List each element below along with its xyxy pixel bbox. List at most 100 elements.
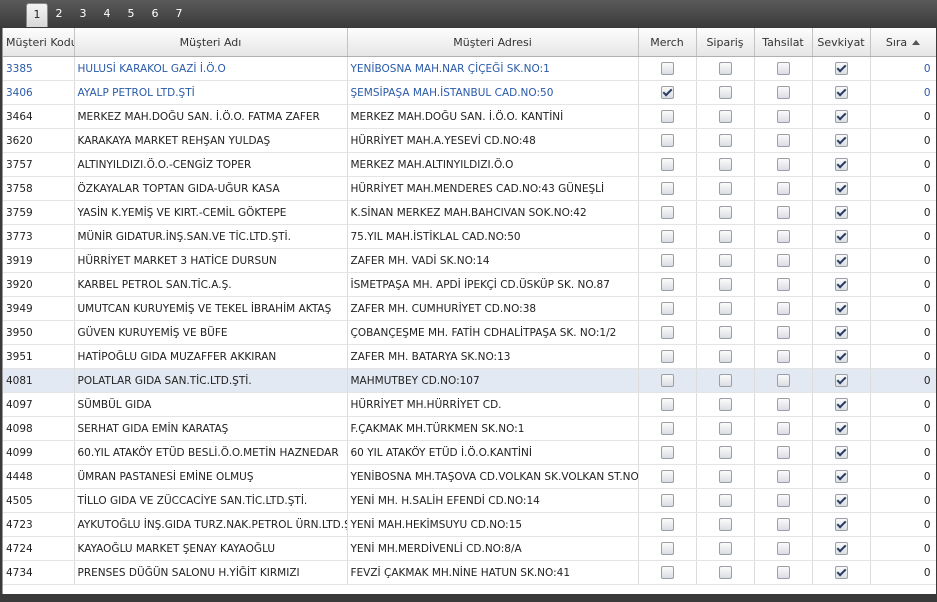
sevkiyat-checkbox[interactable] <box>834 230 848 243</box>
merch-checkbox[interactable] <box>660 422 674 435</box>
merch-checkbox[interactable] <box>660 518 674 531</box>
sevkiyat-checkbox[interactable] <box>834 134 848 147</box>
siparis-checkbox[interactable] <box>718 326 732 339</box>
table-row[interactable]: 4448 ÜMRAN PASTANESİ EMİNE OLMUŞ YENİBOSNA… <box>3 464 936 489</box>
merch-checkbox[interactable] <box>660 110 674 123</box>
siparis-checkbox[interactable] <box>718 446 732 459</box>
header-musteri-adi[interactable]: Müşteri Adı <box>74 28 348 57</box>
page-2[interactable]: 2 <box>49 3 69 25</box>
siparis-checkbox[interactable] <box>718 350 732 363</box>
sevkiyat-checkbox[interactable] <box>834 206 848 219</box>
header-musteri-kodu[interactable]: Müşteri Kodu <box>3 28 75 57</box>
sevkiyat-checkbox[interactable] <box>834 350 848 363</box>
table-row[interactable]: 4081 POLATLAR GIDA SAN.TİC.LTD.ŞTİ. MAHMUT… <box>3 368 936 393</box>
siparis-checkbox[interactable] <box>718 566 732 579</box>
tahsilat-checkbox[interactable] <box>776 278 790 291</box>
merch-checkbox[interactable] <box>660 350 674 363</box>
table-row[interactable]: 3620 KARAKAYA MARKET REHŞAN YULDAŞ HÜRRİYE… <box>3 128 936 153</box>
table-row[interactable]: 4724 KAYAOĞLU MARKET ŞENAY KAYAOĞLU YENİ M… <box>3 536 936 561</box>
siparis-checkbox[interactable] <box>718 158 732 171</box>
tahsilat-checkbox[interactable] <box>776 398 790 411</box>
header-merch[interactable]: Merch <box>638 28 697 57</box>
table-row[interactable]: 4723 AYKUTOĞLU İNŞ.GIDA TURZ.NAK.PETROL Ü… <box>3 512 936 537</box>
merch-checkbox[interactable] <box>660 278 674 291</box>
siparis-checkbox[interactable] <box>718 206 732 219</box>
tahsilat-checkbox[interactable] <box>776 230 790 243</box>
page-4[interactable]: 4 <box>97 3 117 25</box>
sevkiyat-checkbox[interactable] <box>834 62 848 75</box>
table-row[interactable]: 3951 HATİPOĞLU GIDA MUZAFFER AKKIRAN ZAFER… <box>3 344 936 369</box>
siparis-checkbox[interactable] <box>718 542 732 555</box>
table-row[interactable]: 3950 GÜVEN KURUYEMİŞ VE BÜFE ÇOBANÇEŞME MH… <box>3 320 936 345</box>
header-siparis[interactable]: Sipariş <box>696 28 755 57</box>
siparis-checkbox[interactable] <box>718 302 732 315</box>
table-row[interactable]: 3919 HÜRRİYET MARKET 3 HATİCE DURSUN ZAFER… <box>3 248 936 273</box>
table-row[interactable]: 4097 SÜMBÜL GIDA HÜRRİYET MH.HÜRRİYET CD. 0 <box>3 392 936 417</box>
merch-checkbox[interactable] <box>660 86 674 99</box>
table-row[interactable]: 4734 PRENSES DÜĞÜN SALONU H.YİĞİT KIRMIZI… <box>3 560 936 585</box>
tahsilat-checkbox[interactable] <box>776 470 790 483</box>
table-row[interactable]: 3949 UMUTCAN KURUYEMİŞ VE TEKEL İBRAHİM A… <box>3 296 936 321</box>
merch-checkbox[interactable] <box>660 62 674 75</box>
tahsilat-checkbox[interactable] <box>776 134 790 147</box>
siparis-checkbox[interactable] <box>718 182 732 195</box>
table-row[interactable]: 4098 SERHAT GIDA EMİN KARATAŞ F.ÇAKMAK MH.… <box>3 416 936 441</box>
sevkiyat-checkbox[interactable] <box>834 86 848 99</box>
tahsilat-checkbox[interactable] <box>776 158 790 171</box>
siparis-checkbox[interactable] <box>718 86 732 99</box>
tahsilat-checkbox[interactable] <box>776 302 790 315</box>
siparis-checkbox[interactable] <box>718 254 732 267</box>
tahsilat-checkbox[interactable] <box>776 446 790 459</box>
table-row[interactable]: 3464 MERKEZ MAH.DOĞU SAN. İ.Ö.O. FATMA ZA… <box>3 104 936 129</box>
sevkiyat-checkbox[interactable] <box>834 182 848 195</box>
tahsilat-checkbox[interactable] <box>776 350 790 363</box>
sevkiyat-checkbox[interactable] <box>834 374 848 387</box>
sevkiyat-checkbox[interactable] <box>834 326 848 339</box>
tahsilat-checkbox[interactable] <box>776 254 790 267</box>
table-row[interactable]: 3773 MÜNİR GIDATUR.İNŞ.SAN.VE TİC.LTD.ŞTİ… <box>3 224 936 249</box>
siparis-checkbox[interactable] <box>718 470 732 483</box>
siparis-checkbox[interactable] <box>718 230 732 243</box>
page-3[interactable]: 3 <box>73 3 93 25</box>
header-sira[interactable]: Sıra <box>870 28 936 57</box>
tahsilat-checkbox[interactable] <box>776 326 790 339</box>
sevkiyat-checkbox[interactable] <box>834 398 848 411</box>
sevkiyat-checkbox[interactable] <box>834 446 848 459</box>
merch-checkbox[interactable] <box>660 134 674 147</box>
sevkiyat-checkbox[interactable] <box>834 494 848 507</box>
merch-checkbox[interactable] <box>660 566 674 579</box>
merch-checkbox[interactable] <box>660 254 674 267</box>
merch-checkbox[interactable] <box>660 542 674 555</box>
sevkiyat-checkbox[interactable] <box>834 158 848 171</box>
table-row[interactable]: 4505 TİLLO GIDA VE ZÜCCACİYE SAN.TİC.LTD.… <box>3 488 936 513</box>
sevkiyat-checkbox[interactable] <box>834 566 848 579</box>
siparis-checkbox[interactable] <box>718 110 732 123</box>
merch-checkbox[interactable] <box>660 398 674 411</box>
table-row[interactable]: 3920 KARBEL PETROL SAN.TİC.A.Ş. İSMETPAŞA … <box>3 272 936 297</box>
table-row[interactable]: 3759 YASİN K.YEMİŞ VE KIRT.-CEMİL GÖKTEPE… <box>3 200 936 225</box>
page-7[interactable]: 7 <box>169 3 189 25</box>
siparis-checkbox[interactable] <box>718 494 732 507</box>
merch-checkbox[interactable] <box>660 446 674 459</box>
sevkiyat-checkbox[interactable] <box>834 254 848 267</box>
table-row[interactable]: 3385 HULUSİ KARAKOL GAZİ İ.Ö.O YENİBOSNA M… <box>3 56 936 81</box>
siparis-checkbox[interactable] <box>718 134 732 147</box>
page-6[interactable]: 6 <box>145 3 165 25</box>
tahsilat-checkbox[interactable] <box>776 494 790 507</box>
tahsilat-checkbox[interactable] <box>776 182 790 195</box>
table-row[interactable]: 4099 60.YIL ATAKÖY ETÜD BESLİ.Ö.O.METİN H… <box>3 440 936 465</box>
merch-checkbox[interactable] <box>660 230 674 243</box>
sevkiyat-checkbox[interactable] <box>834 518 848 531</box>
merch-checkbox[interactable] <box>660 182 674 195</box>
siparis-checkbox[interactable] <box>718 518 732 531</box>
sevkiyat-checkbox[interactable] <box>834 422 848 435</box>
tahsilat-checkbox[interactable] <box>776 422 790 435</box>
sevkiyat-checkbox[interactable] <box>834 110 848 123</box>
page-5[interactable]: 5 <box>121 3 141 25</box>
table-row[interactable]: 3758 ÖZKAYALAR TOPTAN GIDA-UĞUR KASA HÜRRİ… <box>3 176 936 201</box>
tahsilat-checkbox[interactable] <box>776 86 790 99</box>
merch-checkbox[interactable] <box>660 326 674 339</box>
page-1[interactable]: 1 <box>26 3 48 27</box>
sevkiyat-checkbox[interactable] <box>834 470 848 483</box>
merch-checkbox[interactable] <box>660 470 674 483</box>
